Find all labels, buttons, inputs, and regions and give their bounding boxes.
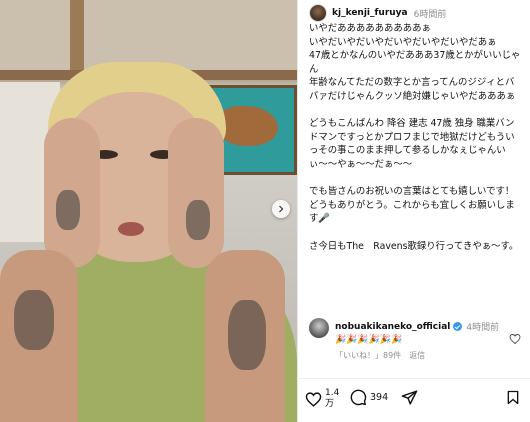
caption-line: どうもありがとう。これからも宜しくお願いします🎤 (309, 199, 515, 225)
post-username[interactable]: kj_kenji_furuya (332, 8, 408, 18)
photo-mouth (118, 222, 144, 236)
comment-avatar[interactable] (309, 318, 329, 338)
like-count-unit: 万 (325, 399, 335, 409)
comment-likes[interactable]: 「いいね！」89件 (335, 350, 401, 361)
comment-username[interactable]: nobuakikaneko_official (335, 322, 450, 332)
next-image-button[interactable] (272, 200, 290, 218)
photo-tattoo (14, 290, 54, 350)
save-action[interactable] (505, 389, 521, 406)
heart-icon[interactable] (305, 391, 322, 408)
photo-beam (70, 0, 84, 80)
caption-gap (309, 172, 523, 186)
caption-line: いやだいやだいやだいやだいやだいやだあぁ (309, 36, 497, 48)
comment-count: 394 (370, 392, 389, 403)
comment: nobuakikaneko_official 4時間前 🎉🎉🎉🎉🎉🎉 「いいね！… (309, 318, 523, 368)
photo-tattoo (186, 200, 210, 240)
comment-bubble-icon[interactable] (350, 389, 367, 406)
action-bar: 1.4 万 394 (305, 384, 525, 414)
comment-heart-icon[interactable] (509, 333, 521, 345)
like-count-number: 1.4 (325, 388, 340, 398)
caption-line: 年齢なんてただの数字とか言ってんのジジィとババァだけじゃんクッソ絶対嫌じゃいやだ… (309, 77, 516, 102)
like-count: 1.4 万 (325, 388, 339, 410)
chevron-right-icon (279, 205, 284, 213)
photo-tattoo (228, 300, 266, 370)
post-caption: いやだあああああああああぁ いやだいやだいやだいやだいやだいやだあぁ 47歳とか… (309, 22, 523, 253)
comment-action[interactable]: 394 (350, 389, 388, 406)
share-action[interactable] (401, 389, 418, 406)
comment-reply-button[interactable]: 返信 (409, 350, 425, 361)
caption-line: 47歳とかなんのいやだあああ37歳とかがいいじゃん (309, 50, 521, 75)
post-photo[interactable] (0, 0, 297, 422)
bookmark-icon[interactable] (505, 389, 521, 406)
comment-text: 🎉🎉🎉🎉🎉🎉 (335, 335, 402, 345)
verified-badge-icon (453, 322, 463, 331)
photo-hand-right (168, 118, 224, 268)
caption-gap (309, 104, 523, 118)
divider (297, 378, 530, 379)
post-time: 6時間前 (413, 9, 447, 20)
caption-gap (309, 226, 523, 240)
avatar[interactable] (309, 4, 327, 22)
caption-line: でも皆さんのお祝いの言葉はとても嬉しいです！ (309, 186, 515, 198)
like-action[interactable]: 1.4 万 (305, 388, 339, 410)
photo-tattoo (56, 190, 80, 230)
caption-line: どうもこんばんわ 降谷 建志 47歳 独身 職業バンドマンですっとかプロフまじで… (309, 118, 515, 170)
post-header: kj_kenji_furuya 6時間前 (309, 4, 529, 22)
caption-line: さ今日もThe Ravens歌録り行ってきやぁ〜す。 (309, 240, 519, 252)
caption-line: いやだあああああああああぁ (309, 23, 431, 34)
comment-emojis: 🎉🎉🎉🎉🎉🎉 (335, 335, 403, 345)
send-icon[interactable] (401, 389, 418, 406)
comment-time: 4時間前 (466, 323, 500, 333)
comment-meta: 「いいね！」89件 返信 (335, 350, 425, 361)
comment-header: nobuakikaneko_official 4時間前 (335, 320, 500, 334)
